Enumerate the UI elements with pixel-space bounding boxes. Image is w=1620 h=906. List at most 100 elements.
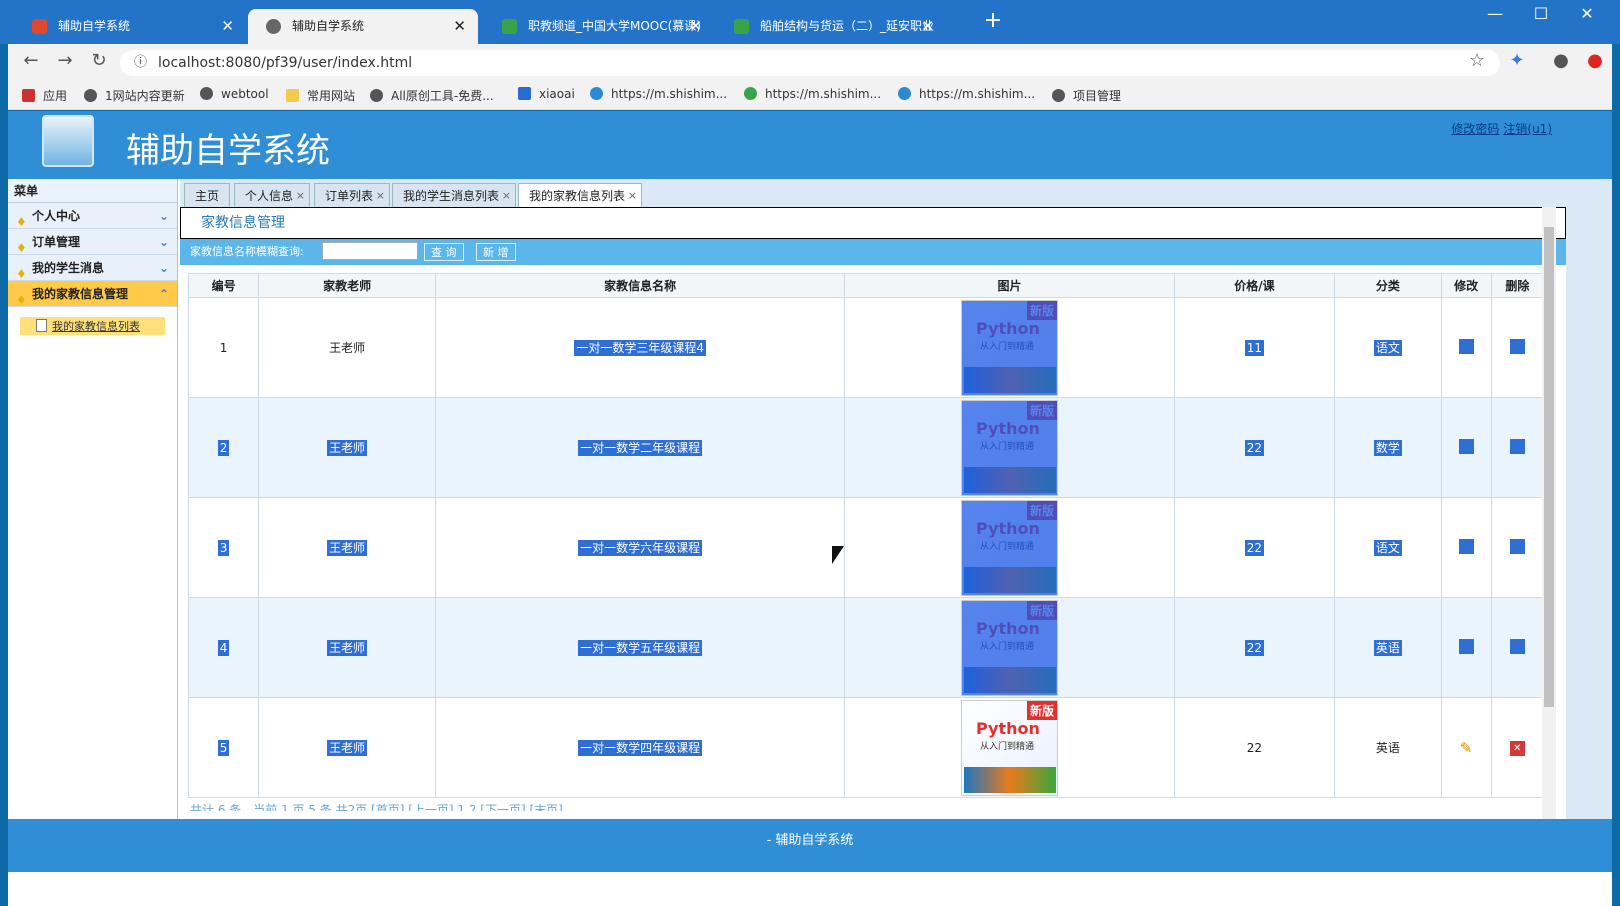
search-bar: 家教信息名称模糊查询: 查 询 新 增 (180, 239, 1566, 265)
bookmark-item[interactable]: 项目管理 (1052, 87, 1121, 104)
table-row: 3 王老师 一对一数学六年级课程 新版 Python 从入门到精通 22 语文 (187, 497, 1545, 598)
row-category: 英语 (1373, 640, 1402, 656)
browser-tab[interactable]: 辅助自学系统 ✕ (14, 9, 246, 44)
close-tab-icon[interactable]: ✕ (453, 9, 466, 44)
browser-tab-active[interactable]: 辅助自学系统 ✕ (248, 9, 478, 44)
row-price: 22 (1244, 539, 1265, 556)
panel-title: 家教信息管理 (180, 207, 1566, 239)
bookmark-item[interactable]: All原创工具-免费... (370, 87, 494, 104)
table-header: 编号 家教老师 家教信息名称 图片 价格/课 分类 修改 删除 (187, 273, 1545, 298)
bookmark-item[interactable]: xiaoai (518, 87, 575, 101)
extension-icon[interactable]: ✦ (1504, 50, 1530, 71)
close-icon[interactable]: × (376, 184, 385, 208)
menu-title: 菜单 (8, 179, 177, 203)
column-header: 编号 (187, 273, 260, 298)
row-name: 一对一数学六年级课程 (578, 540, 703, 556)
new-tab-button[interactable]: + (978, 8, 1008, 33)
edit-icon[interactable] (1458, 438, 1474, 454)
url-text: localhost:8080/pf39/user/index.html (158, 55, 413, 71)
tab-tutor-list[interactable]: 我的家教信息列表 × (518, 183, 643, 208)
minimize-icon[interactable]: — (1480, 4, 1510, 23)
change-password-link[interactable]: 修改密码 (1451, 122, 1499, 136)
extension-red-icon[interactable]: ● (1582, 50, 1608, 71)
tab-title: 职教频道_中国大学MOOC(慕课) (528, 19, 701, 33)
profile-avatar[interactable]: ● (1548, 50, 1574, 71)
edit-icon[interactable] (1458, 638, 1474, 654)
app-footer: - 辅助自学系统 (8, 819, 1612, 872)
close-icon[interactable]: × (296, 184, 305, 208)
table-row: 2 王老师 一对一数学二年级课程 新版 Python 从入门到精通 22 数学 (187, 397, 1545, 498)
watermark: CSDN @love_java_code (1405, 876, 1606, 896)
app-header: 辅助自学系统 修改密码 注销(u1) (8, 111, 1612, 179)
course-image: 新版 Python 从入门到精通 (960, 599, 1058, 696)
search-button[interactable]: 查 询 (424, 243, 464, 261)
bookmark-item[interactable]: webtool (200, 87, 269, 101)
close-tab-icon[interactable]: ✕ (221, 9, 234, 44)
submenu-item-tutor-list[interactable]: 我的家教信息列表 (20, 317, 165, 335)
bulb-icon: ♦ (16, 293, 27, 307)
close-icon[interactable]: × (502, 184, 511, 208)
bookmark-item[interactable]: 常用网站 (286, 87, 355, 104)
search-input[interactable] (322, 242, 418, 260)
delete-icon[interactable] (1509, 538, 1525, 554)
reload-icon[interactable]: ↻ (86, 50, 112, 71)
vertical-scrollbar[interactable] (1542, 207, 1556, 819)
delete-icon[interactable] (1509, 438, 1525, 454)
logout-link[interactable]: 注销(u1) (1503, 122, 1552, 136)
bookmark-item[interactable]: 应用 (22, 87, 67, 104)
row-teacher: 王老师 (327, 740, 368, 756)
tab-student-messages[interactable]: 我的学生消息列表 × (392, 183, 517, 208)
add-button[interactable]: 新 增 (476, 243, 516, 261)
back-icon[interactable]: ← (18, 50, 44, 71)
chevron-down-icon: ⌄ (158, 261, 169, 275)
bookmark-item[interactable]: https://m.shishim... (898, 87, 1035, 101)
menu-group-tutor-info[interactable]: ♦ 我的家教信息管理 ⌃ (8, 281, 177, 307)
menu-group-personal[interactable]: ♦ 个人中心 ⌄ (8, 203, 177, 229)
row-id: 1 (219, 340, 228, 355)
course-image: 新版 Python 从入门到精通 (960, 499, 1058, 596)
close-tab-icon[interactable]: ✕ (921, 9, 934, 44)
maximize-icon[interactable]: ☐ (1526, 4, 1556, 23)
document-icon (36, 319, 47, 332)
delete-icon[interactable] (1509, 638, 1525, 654)
tab-title: 船舶结构与货运（二）_延安职业 (760, 19, 935, 33)
mouse-cursor-icon (832, 546, 844, 564)
tab-title: 辅助自学系统 (292, 19, 365, 33)
app-title: 辅助自学系统 (126, 131, 330, 171)
delete-icon[interactable] (1509, 338, 1525, 354)
url-field[interactable]: ⓘ localhost:8080/pf39/user/index.html (120, 50, 1500, 76)
delete-icon[interactable]: ✕ (1509, 740, 1525, 756)
tab-title: 辅助自学系统 (58, 19, 131, 33)
tab-profile[interactable]: 个人信息 × (234, 183, 311, 208)
browser-tab-bar: 辅助自学系统 ✕ 辅助自学系统 ✕ 职教频道_中国大学MOOC(慕课) ✕ 船舶结构与… (0, 0, 1620, 44)
address-bar-row: ← → ↻ ⓘ localhost:8080/pf39/user/index.ht… (8, 44, 1612, 82)
bookmark-item[interactable]: https://m.shishim... (590, 87, 727, 101)
close-tab-icon[interactable]: ✕ (689, 9, 702, 44)
edit-icon[interactable] (1458, 338, 1474, 354)
browser-tab[interactable]: 船舶结构与货运（二）_延安职业 ✕ (716, 9, 946, 44)
row-name: 一对一数学五年级课程 (578, 640, 703, 656)
column-header: 家教老师 (258, 273, 436, 298)
tab-orders[interactable]: 订单列表 × (314, 183, 391, 208)
row-id: 4 (217, 639, 230, 656)
info-icon: ⓘ (134, 55, 148, 70)
bookmark-star-icon[interactable]: ☆ (1464, 50, 1490, 71)
pencil-icon[interactable]: ✎ (1460, 739, 1473, 757)
menu-group-student-messages[interactable]: ♦ 我的学生消息 ⌄ (8, 255, 177, 281)
close-icon[interactable]: × (628, 184, 637, 208)
mooc-favicon-icon (734, 19, 749, 34)
sidebar: 菜单 ♦ 个人中心 ⌄ ♦ 订单管理 ⌄ ♦ 我的学生消息 ⌄ ♦ 我的家教信息管理 ⌃ 我的家… (8, 179, 178, 819)
tab-home[interactable]: 主页 (184, 183, 231, 207)
edit-icon[interactable] (1458, 538, 1474, 554)
column-header: 修改 (1440, 273, 1492, 298)
browser-tab[interactable]: 职教频道_中国大学MOOC(慕课) ✕ (484, 9, 714, 44)
menu-group-orders[interactable]: ♦ 订单管理 ⌄ (8, 229, 177, 255)
bookmark-item[interactable]: https://m.shishim... (744, 87, 881, 101)
bookmark-item[interactable]: 1网站内容更新 (84, 87, 185, 104)
mooc-favicon-icon (502, 19, 517, 34)
forward-icon[interactable]: → (52, 50, 78, 71)
close-window-icon[interactable]: ✕ (1572, 4, 1602, 23)
pagination[interactable]: 共计 6 条，当前 1 页 5 条 共2页 [首页] [上一页] 1 2 [下一… (190, 801, 563, 811)
row-id: 3 (217, 539, 230, 556)
scrollbar-thumb[interactable] (1544, 227, 1554, 707)
